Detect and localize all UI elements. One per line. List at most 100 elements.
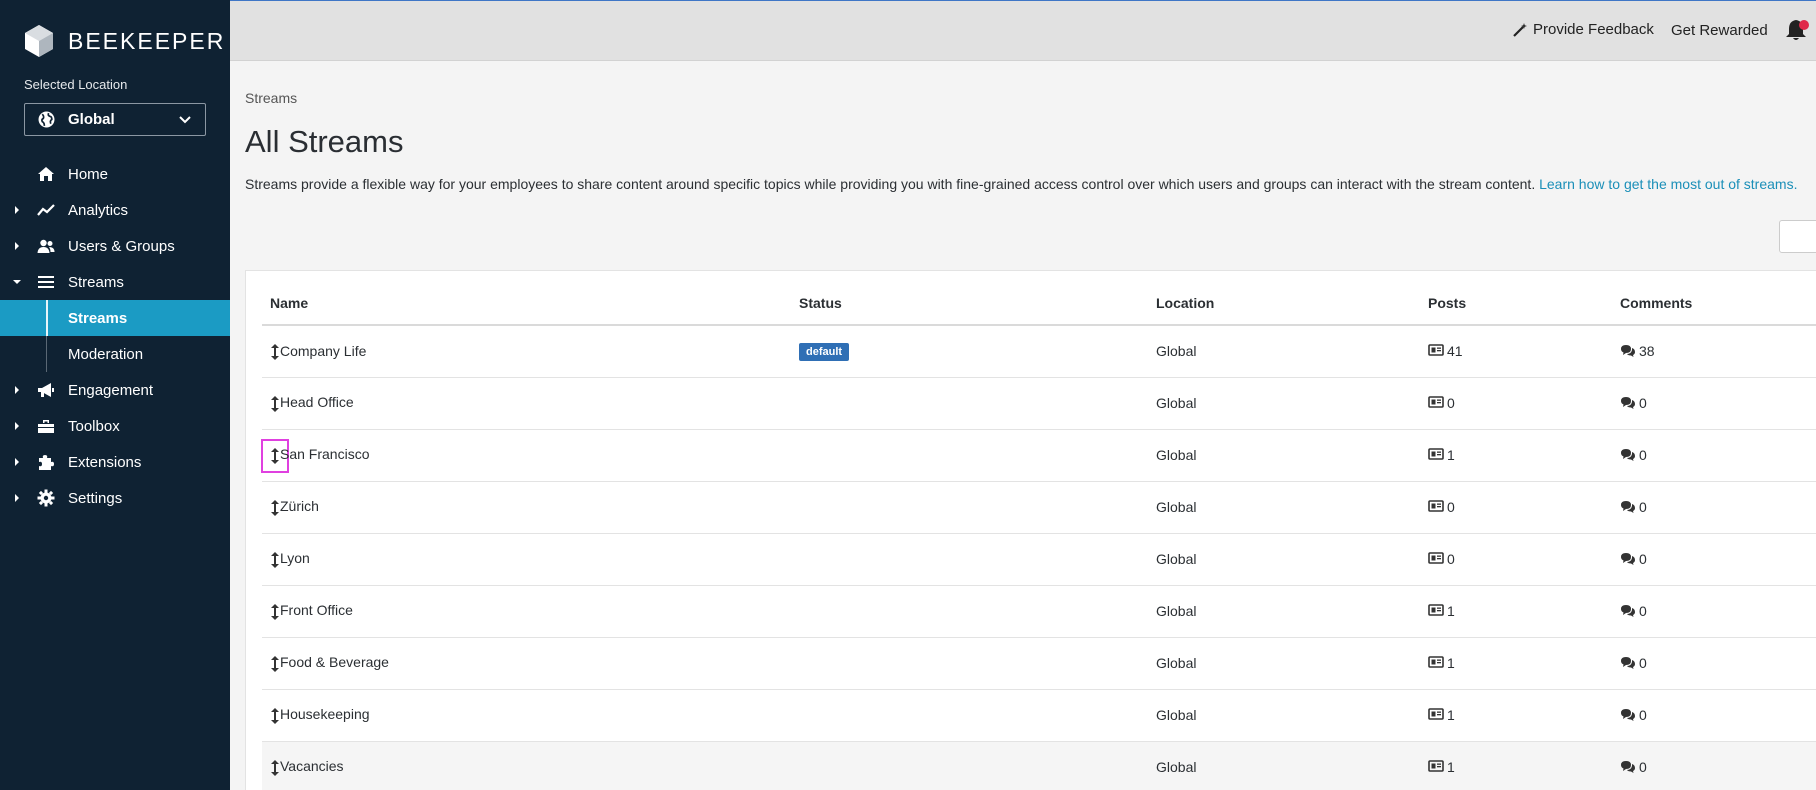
stream-name[interactable]: Housekeeping (280, 706, 370, 722)
cell-posts: 1 (1420, 689, 1612, 742)
cell-name: Food & Beverage (262, 637, 791, 690)
sidebar-item-settings[interactable]: Settings (0, 480, 230, 516)
table-row[interactable]: Company Life default Global 41 38 (262, 325, 1816, 378)
sidebar-item-label: Home (68, 165, 109, 183)
comments-icon (1620, 395, 1639, 412)
stream-name[interactable]: Head Office (280, 394, 354, 410)
cell-posts: 0 (1420, 481, 1612, 534)
cell-name: Front Office (262, 585, 791, 638)
sidebar-item-users-groups[interactable]: Users & Groups (0, 228, 230, 264)
stream-name[interactable]: Food & Beverage (280, 654, 389, 670)
table-row[interactable]: Head Office Global 0 0 (262, 377, 1816, 430)
caret-right-icon (15, 206, 19, 214)
sidebar-item-home[interactable]: Home (0, 156, 230, 192)
posts-icon (1428, 343, 1447, 360)
learn-more-link[interactable]: Learn how to get the most out of streams… (1539, 176, 1797, 192)
stream-name[interactable]: Front Office (280, 602, 353, 618)
location-select[interactable]: Global (24, 103, 206, 136)
search-input[interactable] (1779, 220, 1816, 253)
table-row[interactable]: Front Office Global 1 0 (262, 585, 1816, 638)
cell-status (791, 585, 1148, 638)
caret-right-icon (15, 422, 19, 430)
drag-handle-icon[interactable] (261, 438, 289, 473)
drag-handle-icon[interactable] (270, 343, 280, 360)
drag-handle-icon[interactable] (270, 655, 280, 672)
drag-handle-icon[interactable] (270, 707, 280, 724)
table-row[interactable]: Zürich Global 0 0 (262, 481, 1816, 534)
comments-icon (1620, 655, 1639, 672)
location-value: Global (68, 111, 115, 128)
column-header-comments[interactable]: Comments (1612, 281, 1816, 326)
sidebar-item-streams[interactable]: Streams (0, 264, 230, 300)
get-rewarded-link[interactable]: Get Rewarded (1671, 22, 1768, 39)
column-header-posts[interactable]: Posts (1420, 281, 1612, 326)
table-row[interactable]: San Francisco Global 1 0 (261, 429, 1816, 482)
comments-count: 0 (1639, 759, 1647, 775)
comments-icon (1620, 707, 1639, 724)
cell-status (791, 481, 1148, 534)
stream-name[interactable]: Vacancies (280, 758, 344, 774)
posts-icon (1428, 603, 1447, 620)
sidebar-item-analytics[interactable]: Analytics (0, 192, 230, 228)
sidebar-subitem-streams[interactable]: Streams (0, 300, 230, 336)
table-row[interactable]: Housekeeping Global 1 0 (262, 689, 1816, 742)
cell-status: default (791, 325, 1148, 378)
comments-icon (1620, 343, 1639, 360)
column-header-status[interactable]: Status (791, 281, 1148, 326)
drag-handle-icon[interactable] (270, 759, 280, 776)
table-row[interactable]: Vacancies Global 1 0 (262, 741, 1816, 790)
posts-icon (1428, 655, 1447, 672)
table-header-row: Name Status Location Posts Comments (262, 281, 1816, 326)
cell-posts: 0 (1420, 377, 1612, 430)
stream-name[interactable]: Company Life (280, 343, 366, 359)
drag-handle-icon[interactable] (270, 499, 280, 516)
cell-location: Global (1148, 637, 1420, 690)
cell-comments: 0 (1612, 429, 1816, 482)
drag-handle-icon[interactable] (270, 395, 280, 412)
stream-name[interactable]: Zürich (280, 498, 319, 514)
provide-feedback-button[interactable]: Provide Feedback (1512, 21, 1654, 38)
cell-name: Company Life (262, 325, 791, 378)
cell-comments: 0 (1612, 637, 1816, 690)
drag-handle-icon[interactable] (270, 603, 280, 620)
column-header-location[interactable]: Location (1148, 281, 1420, 326)
cell-status (791, 637, 1148, 690)
hexagon-logo-icon (25, 25, 53, 57)
caret-right-icon (15, 458, 19, 466)
posts-count: 1 (1447, 707, 1455, 723)
table-row[interactable]: Lyon Global 0 0 (262, 533, 1816, 586)
stream-name[interactable]: San Francisco (280, 446, 369, 462)
posts-icon (1428, 447, 1447, 464)
drag-handle-icon[interactable] (270, 551, 280, 568)
cell-status (791, 689, 1148, 742)
notification-dot (1799, 20, 1809, 30)
notifications-button[interactable] (1785, 18, 1811, 46)
cell-name: Zürich (262, 481, 791, 534)
cell-comments: 0 (1612, 585, 1816, 638)
megaphone-icon (36, 381, 56, 399)
sidebar-item-engagement[interactable]: Engagement (0, 372, 230, 408)
provide-feedback-label: Provide Feedback (1533, 21, 1654, 38)
cell-comments: 0 (1612, 481, 1816, 534)
comments-icon (1620, 499, 1639, 516)
sidebar-item-extensions[interactable]: Extensions (0, 444, 230, 480)
table-row[interactable]: Food & Beverage Global 1 0 (262, 637, 1816, 690)
beekeeper-logo[interactable]: BEEKEEPER (24, 24, 225, 58)
cell-comments: 38 (1612, 325, 1816, 378)
sidebar-subitem-moderation[interactable]: Moderation (0, 336, 230, 372)
posts-count: 0 (1447, 551, 1455, 567)
cell-name: Lyon (262, 533, 791, 586)
chevron-down-icon (179, 116, 191, 124)
breadcrumb[interactable]: Streams (245, 90, 297, 106)
cell-posts: 1 (1420, 429, 1612, 482)
subnav-indicator (46, 336, 47, 372)
magic-wand-icon (1513, 22, 1527, 37)
comments-icon (1620, 551, 1639, 568)
streams-table: Name Status Location Posts Comments Comp… (261, 281, 1816, 790)
column-header-name[interactable]: Name (262, 281, 791, 326)
comments-icon (1620, 447, 1639, 464)
comments-count: 38 (1639, 343, 1655, 360)
sidebar-item-toolbox[interactable]: Toolbox (0, 408, 230, 444)
posts-icon (1428, 499, 1447, 516)
stream-name[interactable]: Lyon (280, 550, 310, 566)
